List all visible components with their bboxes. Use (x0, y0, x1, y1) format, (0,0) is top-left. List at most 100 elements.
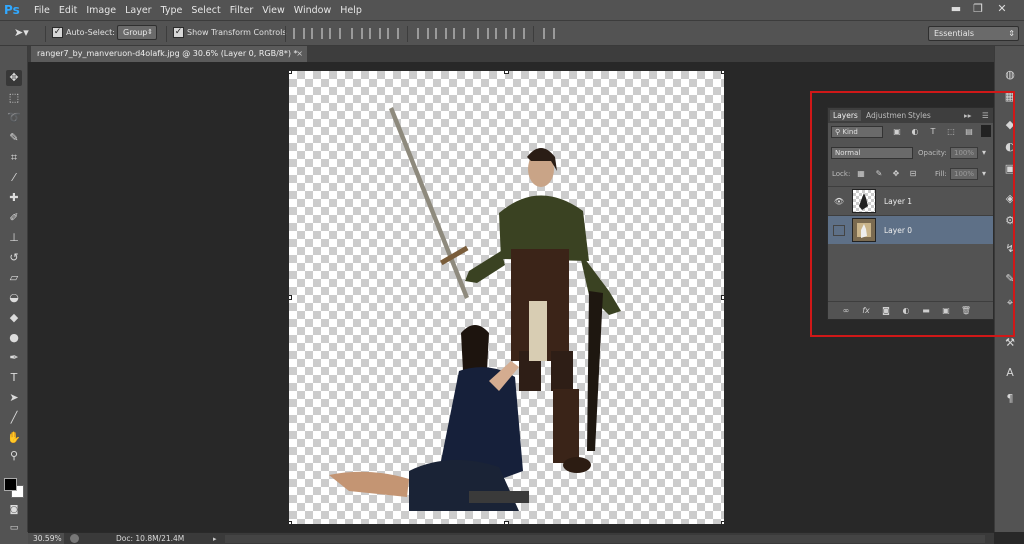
type-tool-icon[interactable]: T (6, 370, 22, 386)
paint-bucket-tool-icon[interactable]: ◒ (6, 290, 22, 306)
layer-row-layer-1[interactable]: 👁 Layer 1 (828, 186, 993, 215)
menu-edit[interactable]: Edit (59, 0, 85, 21)
transform-handle-tl[interactable] (289, 71, 292, 74)
document-tab[interactable]: ranger7_by_manveruon-d4olafk.jpg @ 30.6%… (31, 46, 307, 62)
clone-stamp-tool-icon[interactable]: ⊥ (6, 230, 22, 246)
opacity-arrow-icon[interactable]: ▾ (979, 148, 989, 158)
show-transform-checkbox[interactable]: ✓ (173, 27, 184, 38)
collapse-panel-icon[interactable]: ▸▸ (964, 110, 972, 121)
layer-row-layer-0[interactable]: Layer 0 (828, 215, 993, 244)
hand-tool-icon[interactable]: ✋ (6, 430, 22, 446)
clone-source-panel-icon[interactable]: ⌖ (1003, 296, 1017, 310)
distribute-hcenter-icon[interactable] (495, 28, 507, 39)
tab-adjustments[interactable]: Adjustmen (866, 110, 906, 121)
filter-type-icon[interactable]: T (928, 127, 938, 137)
channels-panel-icon[interactable]: ⚙ (1003, 214, 1017, 228)
horizontal-scrollbar[interactable] (225, 535, 985, 543)
fill-field[interactable]: 100% (950, 168, 978, 180)
tool-presets-icon[interactable]: ⚒ (1003, 336, 1017, 350)
paragraph-panel-icon[interactable]: ¶ (1003, 392, 1017, 406)
lock-image-icon[interactable]: ✎ (874, 169, 884, 179)
distribute-right-icon[interactable] (513, 28, 525, 39)
transform-handle-tr[interactable] (721, 71, 724, 74)
auto-align-layers-icon[interactable] (543, 28, 555, 39)
align-bottom-icon[interactable] (329, 28, 341, 39)
menu-window[interactable]: Window (294, 0, 339, 21)
transform-handle-tc[interactable] (504, 71, 509, 74)
close-tab-icon[interactable]: × (296, 46, 303, 62)
history-panel-icon[interactable]: ↯ (1003, 242, 1017, 256)
lock-position-icon[interactable]: ✥ (891, 169, 901, 179)
align-left-icon[interactable] (351, 28, 363, 39)
menu-filter[interactable]: Filter (230, 0, 262, 21)
share-icon[interactable] (70, 534, 79, 543)
path-select-tool-icon[interactable]: ➤ (6, 390, 22, 406)
menu-file[interactable]: File (34, 0, 58, 21)
status-menu-arrow-icon[interactable]: ▸ (213, 533, 217, 544)
panel-menu-icon[interactable]: ☰ (982, 110, 989, 121)
delete-layer-icon[interactable]: 🗑 (960, 305, 972, 317)
align-right-icon[interactable] (387, 28, 399, 39)
opacity-field[interactable]: 100% (950, 147, 978, 159)
masks-panel-icon[interactable]: ▣ (1003, 162, 1017, 176)
lasso-tool-icon[interactable]: ➰ (6, 110, 22, 126)
menu-help[interactable]: Help (340, 0, 370, 21)
workspace-dropdown[interactable]: Essentials ⇕ (928, 26, 1019, 41)
tab-layers[interactable]: Layers (830, 110, 861, 121)
distribute-vcenter-icon[interactable] (435, 28, 447, 39)
visibility-eye-icon[interactable]: 👁 (833, 196, 845, 207)
filter-toggle-icon[interactable] (981, 125, 991, 137)
brush-tool-icon[interactable]: ✐ (6, 210, 22, 226)
zoom-tool-icon[interactable]: ⚲ (6, 448, 22, 464)
eraser-tool-icon[interactable]: ▱ (6, 270, 22, 286)
filter-smart-object-icon[interactable]: ▤ (964, 127, 974, 137)
swatches-panel-icon[interactable]: ▦ (1003, 90, 1017, 104)
minimize-button[interactable]: ▬ (944, 0, 968, 18)
menu-select[interactable]: Select (191, 0, 228, 21)
quick-select-tool-icon[interactable]: ✎ (6, 130, 22, 146)
transform-handle-ml[interactable] (289, 295, 292, 300)
auto-select-dropdown[interactable]: Group ⇕ (117, 25, 157, 40)
menu-image[interactable]: Image (86, 0, 124, 21)
transform-handle-bc[interactable] (504, 521, 509, 524)
history-brush-tool-icon[interactable]: ↺ (6, 250, 22, 266)
restore-button[interactable]: ❐ (966, 0, 990, 18)
transform-handle-mr[interactable] (721, 295, 724, 300)
lock-transparent-icon[interactable]: ▦ (856, 169, 866, 179)
blend-mode-dropdown[interactable]: Normal (831, 147, 913, 159)
menu-layer[interactable]: Layer (125, 0, 160, 21)
transform-handle-bl[interactable] (289, 521, 292, 524)
distribute-left-icon[interactable] (477, 28, 489, 39)
tab-styles[interactable]: Styles (908, 110, 931, 121)
zoom-level-field[interactable]: 30.59% (28, 533, 64, 544)
distribute-bottom-icon[interactable] (453, 28, 465, 39)
character-panel-icon[interactable]: A (1003, 366, 1017, 380)
line-tool-icon[interactable]: ╱ (6, 410, 22, 426)
filter-adjustment-icon[interactable]: ◐ (910, 127, 920, 137)
blur-tool-icon[interactable]: ◆ (6, 310, 22, 326)
link-layers-icon[interactable]: ∞ (840, 305, 852, 317)
dodge-tool-icon[interactable]: ● (6, 330, 22, 346)
new-group-icon[interactable]: ▬ (920, 305, 932, 317)
visibility-toggle-empty[interactable] (833, 225, 845, 236)
menu-view[interactable]: View (262, 0, 293, 21)
transform-handle-br[interactable] (721, 521, 724, 524)
distribute-top-icon[interactable] (417, 28, 429, 39)
layer-style-icon[interactable]: fx (860, 305, 872, 317)
move-tool-preset-icon[interactable]: ➤▾ (14, 25, 29, 41)
brush-panel-icon[interactable]: ✎ (1003, 272, 1017, 286)
add-mask-icon[interactable]: ◙ (880, 305, 892, 317)
new-adjustment-icon[interactable]: ◐ (900, 305, 912, 317)
layers-panel-icon[interactable]: ◈ (1003, 192, 1017, 206)
eyedropper-tool-icon[interactable]: ⁄ (6, 170, 22, 186)
fill-arrow-icon[interactable]: ▾ (979, 169, 989, 179)
pen-tool-icon[interactable]: ✒ (6, 350, 22, 366)
auto-select-checkbox[interactable]: ✓ (52, 27, 63, 38)
spot-heal-tool-icon[interactable]: ✚ (6, 190, 22, 206)
styles-panel-icon[interactable]: ◆ (1003, 118, 1017, 132)
align-vcenter-icon[interactable] (311, 28, 323, 39)
filter-shape-icon[interactable]: ⬚ (946, 127, 956, 137)
marquee-tool-icon[interactable]: ⬚ (6, 90, 22, 106)
document-canvas[interactable] (289, 71, 724, 524)
layer-name[interactable]: Layer 1 (884, 187, 912, 216)
